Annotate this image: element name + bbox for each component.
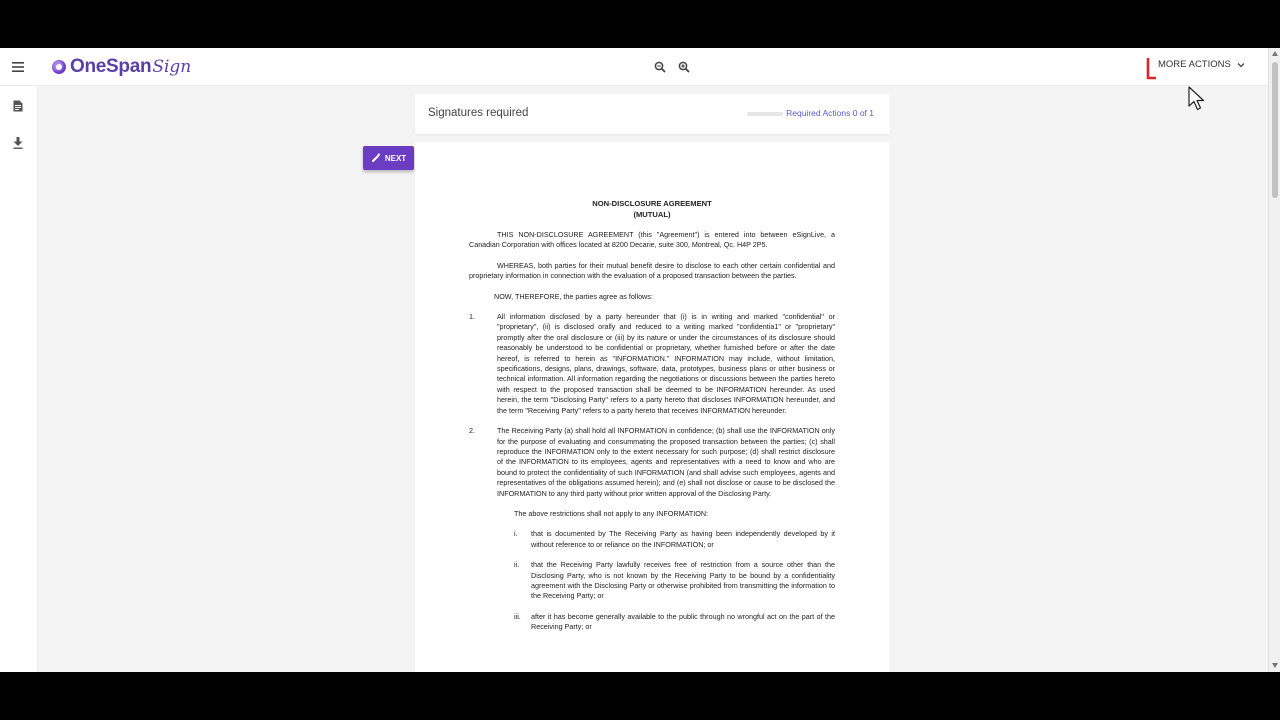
required-actions-progress — [747, 112, 783, 116]
logo-text: OneSpan — [70, 56, 152, 77]
exception-iii-number: iii. — [514, 611, 521, 621]
intro-paragraph: THIS NON-DISCLOSURE AGREEMENT (this "Agr… — [469, 230, 835, 250]
exception-iii-text: after it has become generally available … — [531, 611, 835, 632]
clause-2-text: The Receiving Party (a) shall hold all I… — [497, 426, 835, 498]
logo-sign: Sign — [152, 57, 192, 77]
vertical-scrollbar[interactable] — [1268, 48, 1280, 672]
more-actions-label: MORE ACTIONS — [1158, 59, 1231, 70]
zoom-out-icon[interactable] — [652, 59, 668, 75]
clause-1-text: All information disclosed by a party her… — [497, 312, 835, 415]
pen-icon — [371, 153, 381, 162]
exception-i-number: i. — [514, 529, 518, 539]
top-bar: OneSpan Sign MORE ACTIONS — [0, 48, 1268, 86]
clause-1: 1. All information disclosed by a party … — [469, 312, 835, 416]
signatures-header: Signatures required Required Actions 0 o… — [415, 94, 890, 134]
scroll-up-arrow-icon[interactable] — [1272, 51, 1278, 56]
onespan-sign-logo[interactable]: OneSpan Sign — [52, 54, 191, 80]
more-actions-button[interactable]: MORE ACTIONS — [1158, 59, 1245, 70]
restrictions-paragraph: The above restrictions shall not apply t… — [514, 508, 709, 518]
next-button-label: NEXT — [384, 153, 407, 163]
document-icon[interactable] — [10, 98, 26, 114]
download-icon[interactable] — [10, 135, 26, 151]
exception-ii-text: that the Receiving Party lawfully receiv… — [531, 560, 835, 601]
exception-ii: ii. that the Receiving Party lawfully re… — [514, 560, 835, 602]
clause-2: 2. The Receiving Party (a) shall hold al… — [469, 426, 835, 499]
clause-1-number: 1. — [469, 312, 475, 322]
now-therefore-paragraph: NOW, THEREFORE, the parties agree as fol… — [494, 291, 653, 301]
app-window: OneSpan Sign MORE ACTIONS Signatures req… — [0, 48, 1280, 672]
exception-i-text: that is documented by The Receiving Part… — [531, 529, 835, 549]
left-sidebar — [0, 86, 38, 672]
zoom-in-icon[interactable] — [676, 59, 692, 75]
exception-ii-number: ii. — [514, 560, 520, 570]
hamburger-menu-icon[interactable] — [9, 58, 27, 76]
clause-2-number: 2. — [469, 426, 475, 436]
scrollbar-thumb[interactable] — [1272, 62, 1278, 198]
annotation-mark — [1146, 58, 1156, 80]
exception-iii: iii. after it has become generally avail… — [514, 612, 835, 633]
page-title: Signatures required — [428, 107, 529, 119]
logo-mark-icon — [52, 60, 66, 74]
document-title-line1: NON-DISCLOSURE AGREEMENT — [592, 199, 712, 208]
document-title-line2: (MUTUAL) — [633, 209, 671, 219]
chevron-down-icon — [1237, 62, 1245, 67]
next-button[interactable]: NEXT — [363, 146, 414, 170]
mouse-cursor-icon — [1188, 86, 1205, 111]
document-title: NON-DISCLOSURE AGREEMENT (MUTUAL) — [469, 199, 835, 220]
scroll-down-arrow-icon[interactable] — [1272, 663, 1278, 668]
exception-i: i. that is documented by The Receiving P… — [514, 529, 835, 550]
required-actions-link[interactable]: Required Actions 0 of 1 — [786, 108, 874, 118]
document-content: NON-DISCLOSURE AGREEMENT (MUTUAL) THIS N… — [469, 199, 835, 643]
document-page: NON-DISCLOSURE AGREEMENT (MUTUAL) THIS N… — [415, 142, 890, 672]
whereas-paragraph: WHEREAS, both parties for their mutual b… — [469, 260, 835, 281]
